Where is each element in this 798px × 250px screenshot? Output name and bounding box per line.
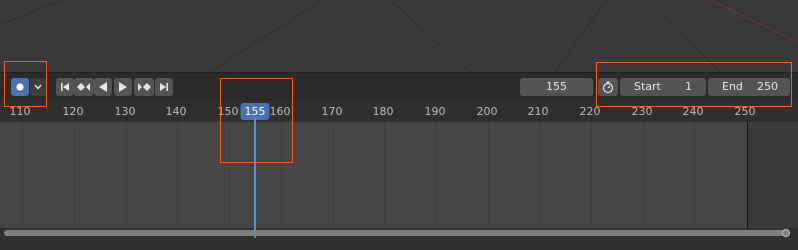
ruler-tick: 140	[165, 105, 187, 118]
scrollbar-end-handle[interactable]	[782, 229, 790, 237]
grid-line	[74, 122, 75, 228]
grid-line	[126, 122, 127, 228]
jump-to-prev-keyframe-button[interactable]	[74, 78, 94, 96]
jump-to-prev-keyframe-icon	[77, 83, 90, 91]
play-reverse-icon	[99, 82, 107, 92]
highlight-box-playhead	[220, 78, 293, 163]
ruler-tick: 180	[372, 105, 394, 118]
grid-line	[694, 122, 695, 228]
grid-line	[591, 122, 592, 228]
ruler-tick: 130	[114, 105, 136, 118]
jump-to-start-button[interactable]	[56, 78, 74, 96]
grid-line	[643, 122, 644, 228]
ruler-tick: 170	[321, 105, 343, 118]
jump-to-next-keyframe-button[interactable]	[134, 78, 154, 96]
highlight-box-keying	[4, 61, 47, 107]
ruler-tick: 200	[476, 105, 498, 118]
grid-line	[333, 122, 334, 228]
ruler-tick: 120	[62, 105, 84, 118]
grid-line	[539, 122, 540, 228]
current-frame-field[interactable]: 155	[520, 78, 593, 96]
highlight-box-frame-range	[596, 62, 792, 107]
timeline-track-area[interactable]	[0, 122, 798, 228]
horizontal-scrollbar[interactable]	[4, 230, 790, 236]
play-reverse-button[interactable]	[94, 78, 112, 96]
jump-to-next-keyframe-icon	[138, 83, 151, 91]
jump-to-start-icon	[61, 83, 69, 91]
grid-line	[488, 122, 489, 228]
out-of-range-region	[747, 122, 798, 228]
grid-line	[22, 122, 23, 228]
ruler-tick: 190	[424, 105, 446, 118]
jump-to-end-button[interactable]	[155, 78, 173, 96]
grid-line	[436, 122, 437, 228]
play-icon	[119, 82, 127, 92]
grid-line	[384, 122, 385, 228]
ruler-tick: 210	[527, 105, 549, 118]
jump-to-end-icon	[160, 83, 168, 91]
play-button[interactable]	[114, 78, 132, 96]
grid-line	[177, 122, 178, 228]
